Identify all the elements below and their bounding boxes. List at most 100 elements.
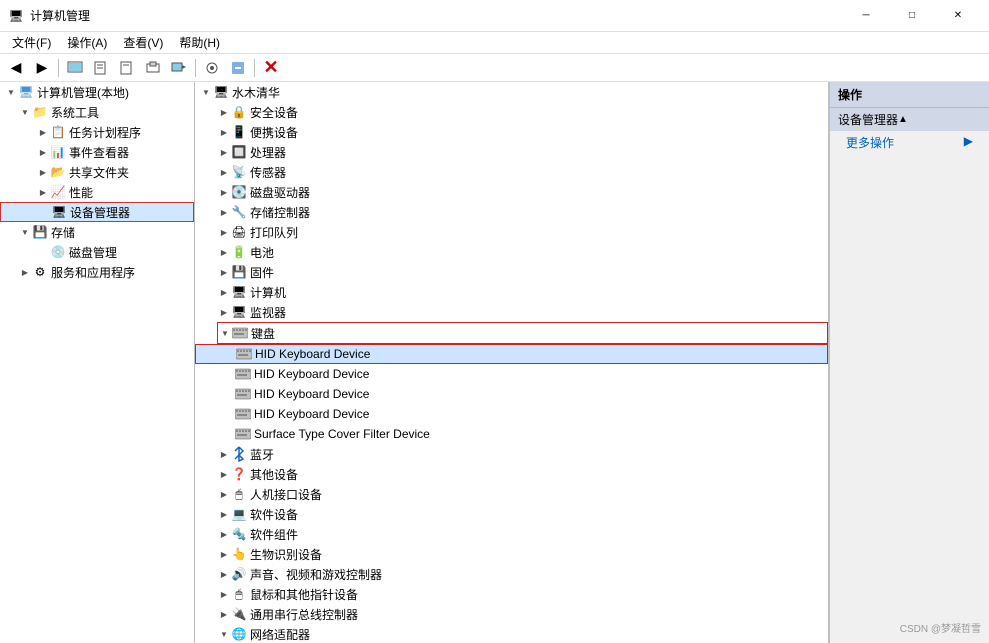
center-processor[interactable]: ▶ 🔲 处理器 — [195, 142, 828, 162]
monitor-exp[interactable]: ▶ — [217, 305, 231, 319]
services-icon: ⚙ — [32, 264, 48, 280]
left-services[interactable]: ▶ ⚙ 服务和应用程序 — [0, 262, 194, 282]
task-expander[interactable]: ▶ — [36, 125, 50, 139]
toolbar-btn-3[interactable] — [115, 57, 139, 79]
system-tools-expander[interactable]: ▼ — [18, 105, 32, 119]
firmware-exp[interactable]: ▶ — [217, 265, 231, 279]
more-actions-label: 更多操作 — [846, 136, 894, 150]
maximize-button[interactable]: □ — [889, 0, 935, 32]
perf-expander[interactable]: ▶ — [36, 185, 50, 199]
security-exp[interactable]: ▶ — [217, 105, 231, 119]
center-software-device[interactable]: ▶ 💻 软件设备 — [195, 504, 828, 524]
right-more-actions[interactable]: 更多操作 ▶ — [830, 131, 989, 154]
left-system-tools[interactable]: ▼ 📁 系统工具 — [0, 102, 194, 122]
monitor-label: 监视器 — [250, 304, 286, 321]
center-other[interactable]: ▶ ❓ 其他设备 — [195, 464, 828, 484]
portable-exp[interactable]: ▶ — [217, 125, 231, 139]
share-expander[interactable]: ▶ — [36, 165, 50, 179]
center-firmware[interactable]: ▶ 💾 固件 — [195, 262, 828, 282]
sw-comp-exp[interactable]: ▶ — [217, 527, 231, 541]
sw-device-icon: 💻 — [231, 506, 247, 522]
mouse-exp[interactable]: ▶ — [217, 587, 231, 601]
processor-exp[interactable]: ▶ — [217, 145, 231, 159]
menu-view[interactable]: 查看(V) — [115, 32, 171, 53]
center-software-component[interactable]: ▶ 🔩 软件组件 — [195, 524, 828, 544]
left-device-manager[interactable]: 🖥 设备管理器 — [0, 202, 194, 222]
other-exp[interactable]: ▶ — [217, 467, 231, 481]
center-battery[interactable]: ▶ 🔋 电池 — [195, 242, 828, 262]
center-audio[interactable]: ▶ 🔊 声音、视频和游戏控制器 — [195, 564, 828, 584]
services-label: 服务和应用程序 — [51, 264, 135, 281]
firmware-icon: 💾 — [231, 264, 247, 280]
sensor-exp[interactable]: ▶ — [217, 165, 231, 179]
hid-devices-exp[interactable]: ▶ — [217, 487, 231, 501]
center-bluetooth[interactable]: ▶ 蓝牙 — [195, 444, 828, 464]
toolbar-back[interactable]: ◀ — [4, 57, 28, 79]
center-portable[interactable]: ▶ 📱 便携设备 — [195, 122, 828, 142]
menu-help[interactable]: 帮助(H) — [171, 32, 228, 53]
usb-exp[interactable]: ▶ — [217, 607, 231, 621]
battery-label: 电池 — [250, 244, 274, 261]
center-root-expander[interactable]: ▼ — [199, 85, 213, 99]
menu-action[interactable]: 操作(A) — [59, 32, 115, 53]
center-usb[interactable]: ▶ 🔌 通用串行总线控制器 — [195, 604, 828, 624]
toolbar-btn-6[interactable] — [200, 57, 224, 79]
center-hid-devices[interactable]: ▶ 🖱 人机接口设备 — [195, 484, 828, 504]
center-disk-drive[interactable]: ▶ 💽 磁盘驱动器 — [195, 182, 828, 202]
toolbar-forward[interactable]: ▶ — [30, 57, 54, 79]
center-mouse[interactable]: ▶ 🖱 鼠标和其他指针设备 — [195, 584, 828, 604]
storage-label: 存储 — [51, 224, 75, 241]
close-button[interactable]: ✕ — [935, 0, 981, 32]
hid-keyboard-1[interactable]: HID Keyboard Device — [195, 344, 828, 364]
left-performance[interactable]: ▶ 📈 性能 — [0, 182, 194, 202]
biometric-exp[interactable]: ▶ — [217, 547, 231, 561]
left-task-scheduler[interactable]: ▶ 📋 任务计划程序 — [0, 122, 194, 142]
sensor-label: 传感器 — [250, 164, 286, 181]
sw-device-exp[interactable]: ▶ — [217, 507, 231, 521]
center-biometric[interactable]: ▶ 👆 生物识别设备 — [195, 544, 828, 564]
hid-keyboard-2[interactable]: HID Keyboard Device — [195, 364, 828, 384]
event-expander[interactable]: ▶ — [36, 145, 50, 159]
center-monitor[interactable]: ▶ 🖥 监视器 — [195, 302, 828, 322]
toolbar-btn-1[interactable] — [63, 57, 87, 79]
keyboard-exp[interactable]: ▼ — [218, 326, 232, 340]
left-shared-folders[interactable]: ▶ 📂 共享文件夹 — [0, 162, 194, 182]
center-print-queue[interactable]: ▶ 🖨 打印队列 — [195, 222, 828, 242]
network-exp[interactable]: ▼ — [217, 627, 231, 641]
services-expander[interactable]: ▶ — [18, 265, 32, 279]
menu-bar: 文件(F) 操作(A) 查看(V) 帮助(H) — [0, 32, 989, 54]
menu-file[interactable]: 文件(F) — [4, 32, 59, 53]
surface-device[interactable]: Surface Type Cover Filter Device — [195, 424, 828, 444]
hid-keyboard-4[interactable]: HID Keyboard Device — [195, 404, 828, 424]
bluetooth-exp[interactable]: ▶ — [217, 447, 231, 461]
toolbar-delete[interactable]: ✕ — [259, 57, 283, 79]
print-exp[interactable]: ▶ — [217, 225, 231, 239]
toolbar-btn-7[interactable] — [226, 57, 250, 79]
audio-exp[interactable]: ▶ — [217, 567, 231, 581]
audio-label: 声音、视频和游戏控制器 — [250, 566, 382, 583]
center-keyboard[interactable]: ▼ 键盘 — [218, 323, 827, 343]
center-network[interactable]: ▼ 🌐 网络适配器 — [195, 624, 828, 643]
center-root[interactable]: ▼ 🖥 水木清华 — [195, 82, 828, 102]
disk-drive-exp[interactable]: ▶ — [217, 185, 231, 199]
toolbar-btn-2[interactable] — [89, 57, 113, 79]
hid-keyboard-3[interactable]: HID Keyboard Device — [195, 384, 828, 404]
battery-exp[interactable]: ▶ — [217, 245, 231, 259]
center-security[interactable]: ▶ 🔒 安全设备 — [195, 102, 828, 122]
left-storage[interactable]: ▼ 💾 存储 — [0, 222, 194, 242]
center-root-label: 水木清华 — [232, 84, 280, 101]
left-root[interactable]: ▼ 🖥 计算机管理(本地) — [0, 82, 194, 102]
computer-exp[interactable]: ▶ — [217, 285, 231, 299]
left-event-viewer[interactable]: ▶ 📊 事件查看器 — [0, 142, 194, 162]
devmgr-icon: 🖥 — [51, 204, 67, 220]
center-storage-ctrl[interactable]: ▶ 🔧 存储控制器 — [195, 202, 828, 222]
left-disk-mgmt[interactable]: 💿 磁盘管理 — [0, 242, 194, 262]
storage-expander[interactable]: ▼ — [18, 225, 32, 239]
minimize-button[interactable]: ─ — [843, 0, 889, 32]
center-sensor[interactable]: ▶ 📡 传感器 — [195, 162, 828, 182]
left-root-expander[interactable]: ▼ — [4, 85, 18, 99]
center-computer[interactable]: ▶ 🖥 计算机 — [195, 282, 828, 302]
storage-ctrl-exp[interactable]: ▶ — [217, 205, 231, 219]
toolbar-btn-5[interactable] — [167, 57, 191, 79]
toolbar-btn-4[interactable] — [141, 57, 165, 79]
